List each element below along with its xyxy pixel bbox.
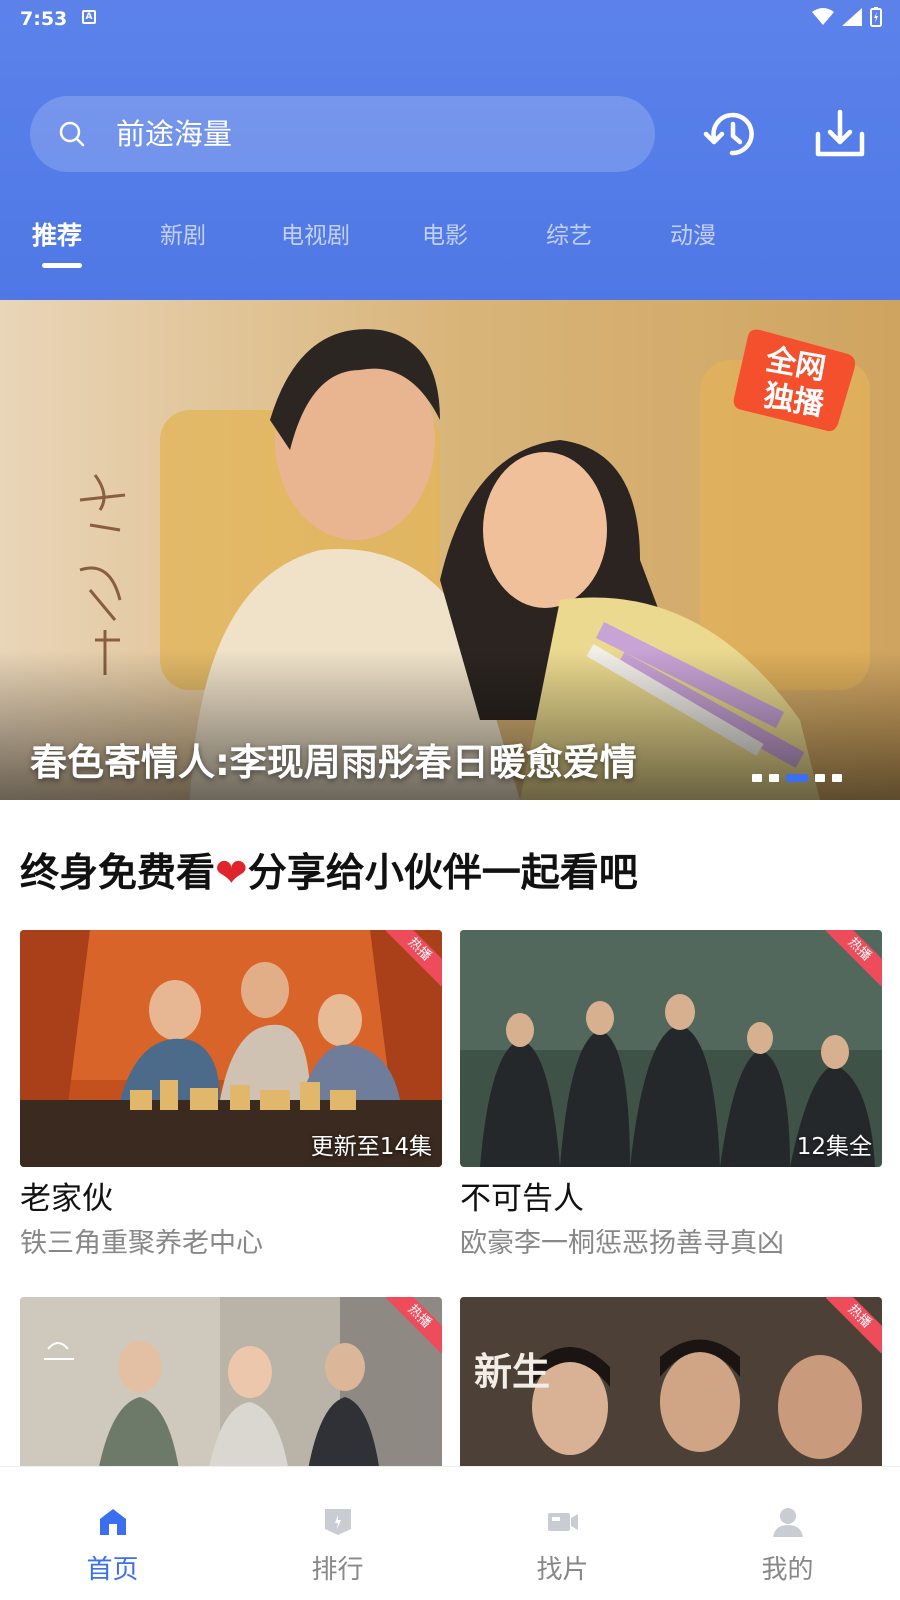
- show-card-bukegaoren[interactable]: 热播 12集全 不可告人 欧豪李一桐惩恶扬善寻真凶: [460, 930, 882, 1263]
- poster-title: 新生: [474, 1349, 550, 1394]
- nav-label: 排行: [311, 1555, 364, 1585]
- hot-tag: 热播: [826, 930, 882, 986]
- carousel-dot-active: [786, 774, 808, 782]
- show-title: 老家伙: [20, 1181, 113, 1217]
- status-icons: [812, 7, 882, 27]
- carousel-dot: [769, 774, 779, 782]
- notification-icon: A: [82, 10, 96, 24]
- wifi-icon: [812, 8, 834, 25]
- tab-indicator: [42, 263, 82, 268]
- nav-label: 找片: [536, 1555, 589, 1585]
- show-subtitle: 欧豪李一桐惩恶扬善寻真凶: [460, 1228, 784, 1259]
- download-icon[interactable]: [810, 104, 870, 164]
- nav-label: 我的: [761, 1555, 814, 1585]
- header: 7:53 A 前途海量 推荐 新剧 电视剧 电影 综艺 动漫: [0, 0, 900, 300]
- nav-discover[interactable]: 找片: [450, 1467, 675, 1600]
- show-title: 不可告人: [460, 1181, 584, 1217]
- hot-tag: 热播: [386, 1297, 442, 1353]
- tab-recommend[interactable]: 推荐: [32, 216, 82, 252]
- nav-ranking[interactable]: 排行: [225, 1467, 450, 1600]
- profile-icon: [773, 1508, 803, 1537]
- battery-icon: [870, 7, 882, 27]
- carousel-dot: [815, 774, 825, 782]
- signal-icon: [842, 8, 862, 26]
- carousel-dot: [832, 774, 842, 782]
- search-icon: [59, 121, 85, 147]
- hot-tag: 热播: [826, 1297, 882, 1353]
- nav-profile[interactable]: 我的: [675, 1467, 900, 1600]
- show-subtitle: 铁三角重聚养老中心: [20, 1228, 263, 1259]
- banner-carousel[interactable]: 全网 独播 春色寄情人:李现周雨彤春日暖愈爱情: [0, 300, 900, 800]
- tab-anime[interactable]: 动漫: [670, 216, 716, 250]
- tab-tv-series[interactable]: 电视剧: [281, 216, 350, 250]
- section-title-part2: 分享给小伙伴一起看吧: [247, 851, 638, 896]
- heart-icon: ❤: [215, 851, 248, 896]
- home-icon: [100, 1509, 126, 1535]
- tab-variety[interactable]: 综艺: [546, 216, 592, 250]
- category-tabs: 推荐 新剧 电视剧 电影 综艺 动漫: [0, 210, 900, 270]
- section-title: 终身免费看❤分享给小伙伴一起看吧: [20, 842, 638, 898]
- ranking-icon: [325, 1509, 351, 1535]
- section-title-part1: 终身免费看: [20, 851, 216, 896]
- hot-tag: 热播: [386, 930, 442, 986]
- episode-status: 12集全: [796, 1134, 872, 1160]
- show-poster: 热播 12集全: [460, 930, 882, 1167]
- episode-status: 更新至14集: [310, 1134, 432, 1160]
- tab-new-series[interactable]: 新剧: [160, 216, 206, 250]
- exclusive-badge: 全网 独播: [733, 329, 856, 432]
- search-input[interactable]: 前途海量: [30, 96, 655, 172]
- carousel-dot: [752, 774, 762, 782]
- history-icon[interactable]: [702, 104, 762, 164]
- bottom-nav: 首页 排行 找片 我的: [0, 1466, 900, 1600]
- status-bar: 7:53 A: [0, 0, 900, 36]
- status-time: 7:53: [20, 8, 68, 30]
- tab-movies[interactable]: 电影: [422, 216, 468, 250]
- nav-home[interactable]: 首页: [0, 1467, 225, 1600]
- show-card-laojiahuo[interactable]: 热播 更新至14集 老家伙 铁三角重聚养老中心: [20, 930, 442, 1263]
- carousel-indicator: [752, 774, 842, 782]
- search-placeholder: 前途海量: [116, 117, 233, 151]
- nav-label: 首页: [86, 1555, 139, 1585]
- show-poster: 热播 更新至14集: [20, 930, 442, 1167]
- video-icon: [548, 1513, 578, 1531]
- banner-caption: 春色寄情人:李现周雨彤春日暖愈爱情: [30, 741, 637, 784]
